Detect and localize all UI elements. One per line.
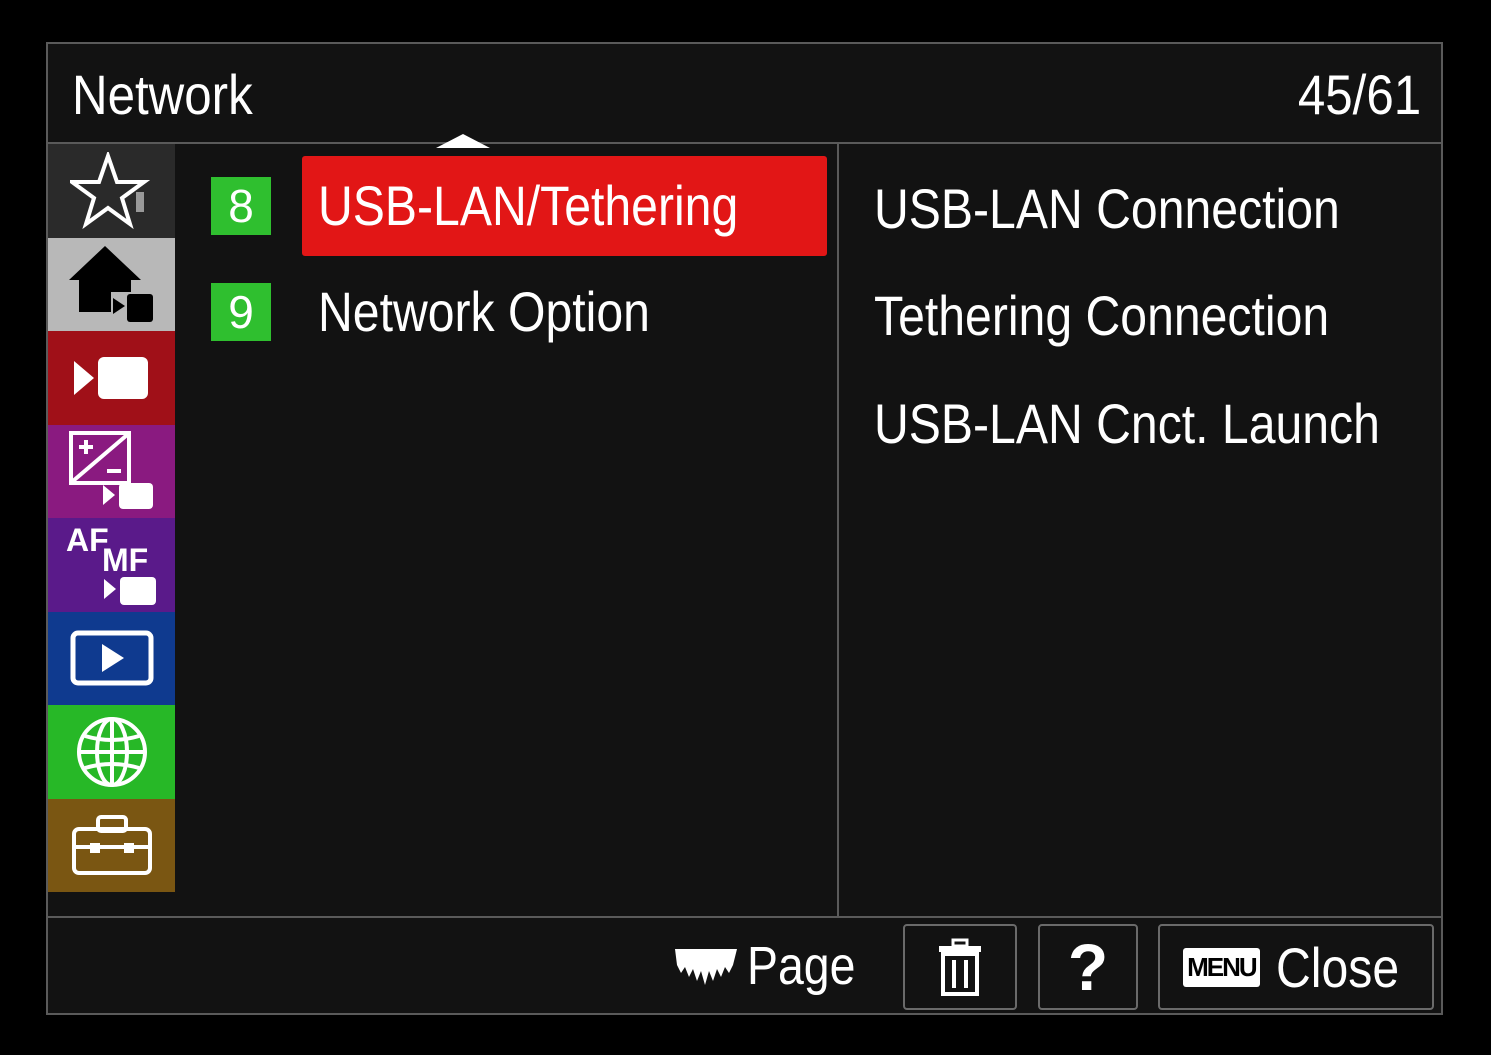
page-title: Network [72, 63, 253, 126]
help-label: ? [1067, 930, 1109, 1004]
tab-playback[interactable] [48, 611, 175, 705]
menu-item-usb-lan-tethering[interactable]: 8 USB-LAN/Tethering [175, 156, 837, 256]
tab-movie[interactable] [48, 331, 175, 425]
home-movie-icon [68, 246, 153, 323]
tab-af-mf-movie[interactable]: AF MF [48, 518, 175, 612]
control-dial-icon [675, 949, 737, 985]
footer: Page ? MENU Close [48, 916, 1441, 1013]
tab-favorites[interactable] [48, 144, 175, 238]
submenu-item-tethering-connection[interactable]: Tethering Connection [874, 283, 1329, 348]
trash-icon [939, 938, 981, 996]
sidebar: AF MF [48, 144, 175, 916]
tab-network[interactable] [48, 705, 175, 799]
page-count: 45/61 [1297, 63, 1421, 126]
submenu-list: USB-LAN Connection Tethering Connection … [839, 144, 1441, 916]
toolbox-icon [71, 815, 152, 876]
delete-button[interactable] [903, 924, 1017, 1010]
submenu-item-usb-lan-connection[interactable]: USB-LAN Connection [874, 176, 1340, 241]
globe-icon [76, 716, 147, 787]
header: Network 45/61 [48, 44, 1441, 144]
exposure-movie-icon [68, 431, 153, 510]
playback-icon [70, 630, 153, 686]
menu-item-label-text: USB-LAN/Tethering [318, 174, 739, 237]
star-icon [69, 151, 150, 229]
tab-home-movie[interactable] [48, 237, 175, 331]
page-hint[interactable]: Page [673, 936, 873, 996]
menu-item-number: 8 [211, 177, 271, 235]
close-label: Close [1275, 935, 1399, 999]
movie-camera-icon [73, 356, 148, 399]
menu-list: 8 USB-LAN/Tethering 9 Network Option [175, 144, 837, 916]
submenu-item-usb-lan-cnct-launch[interactable]: USB-LAN Cnct. Launch [874, 391, 1380, 456]
menu-screen: Network 45/61 AF MF 8 USB-LAN/Tethering … [46, 42, 1443, 1015]
menu-item-label-text: Network Option [318, 280, 650, 343]
menu-item-network-option[interactable]: 9 Network Option [175, 262, 837, 362]
af-mf-movie-icon: AF MF [66, 522, 156, 605]
tab-exposure-movie[interactable] [48, 424, 175, 518]
help-button[interactable]: ? [1038, 924, 1138, 1010]
menu-item-number: 9 [211, 283, 271, 341]
page-label: Page [747, 936, 856, 996]
menu-item-label-selected[interactable]: USB-LAN/Tethering [302, 156, 827, 256]
menu-badge: MENU [1183, 947, 1260, 987]
tab-setup[interactable] [48, 798, 175, 892]
svg-text:MF: MF [102, 542, 148, 578]
menu-item-label[interactable]: Network Option [302, 262, 827, 362]
close-button[interactable]: MENU Close [1158, 924, 1434, 1010]
